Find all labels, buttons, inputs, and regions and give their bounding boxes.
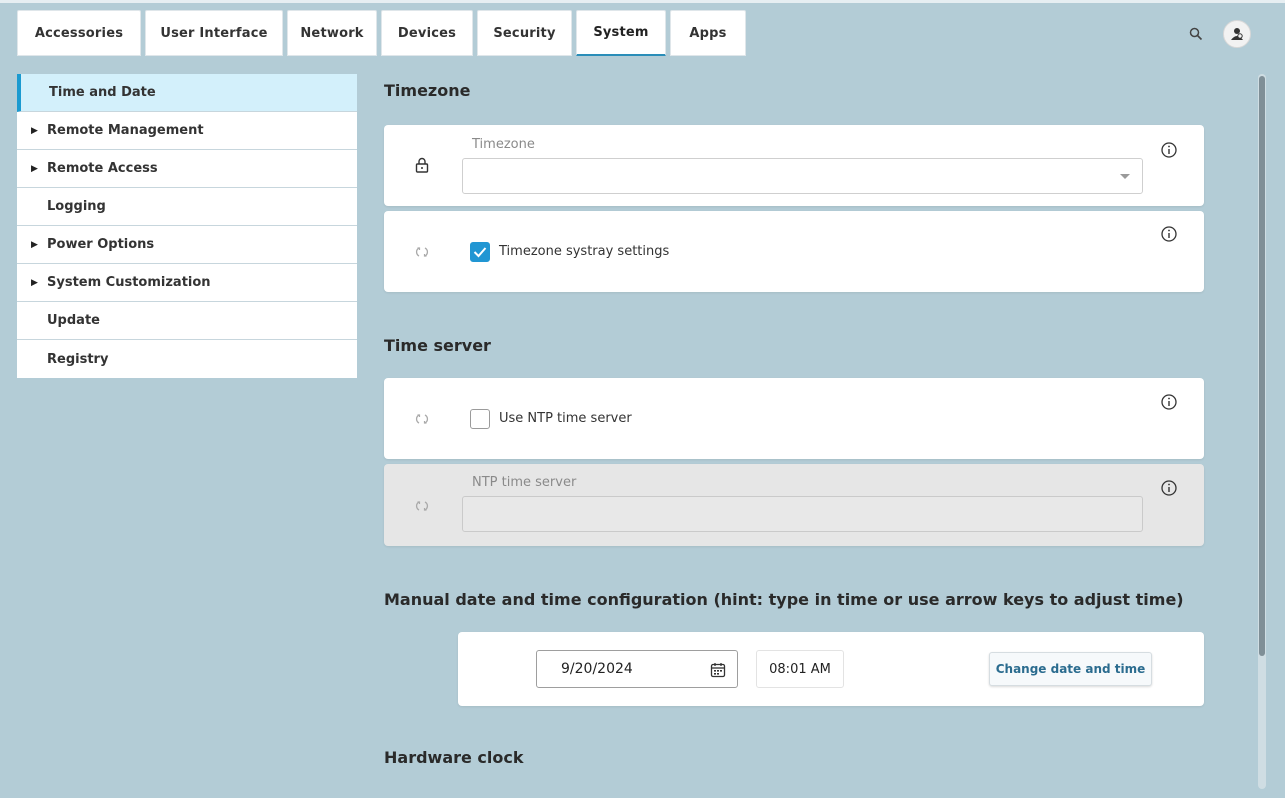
sidebar-item-label: Time and Date bbox=[49, 85, 156, 100]
sidebar-item-label: Update bbox=[47, 313, 100, 328]
time-input[interactable]: 08:01 AM bbox=[756, 650, 844, 688]
timezone-section-title: Timezone bbox=[384, 81, 471, 100]
chevron-down-icon bbox=[1120, 174, 1130, 179]
calendar-icon[interactable] bbox=[709, 661, 727, 679]
ntp-checkbox-card: Use NTP time server bbox=[384, 378, 1204, 459]
tab-user-interface[interactable]: User Interface bbox=[145, 10, 283, 56]
tab-network[interactable]: Network bbox=[287, 10, 377, 56]
scrollbar-thumb[interactable] bbox=[1259, 76, 1265, 656]
sidebar-item-remote-management[interactable]: ▶ Remote Management bbox=[17, 112, 357, 150]
ntp-checkbox[interactable] bbox=[470, 409, 490, 429]
info-icon[interactable] bbox=[1160, 479, 1178, 497]
info-icon[interactable] bbox=[1160, 225, 1178, 243]
sidebar-item-remote-access[interactable]: ▶ Remote Access bbox=[17, 150, 357, 188]
sidebar-item-update[interactable]: Update bbox=[17, 302, 357, 340]
lock-icon bbox=[412, 155, 432, 175]
info-icon[interactable] bbox=[1160, 393, 1178, 411]
caret-right-icon: ▶ bbox=[31, 125, 38, 136]
sidebar-item-label: Remote Management bbox=[47, 123, 204, 138]
sidebar-item-system-customization[interactable]: ▶ System Customization bbox=[17, 264, 357, 302]
sidebar-item-logging[interactable]: Logging bbox=[17, 188, 357, 226]
manual-date-time-card: 9/20/2024 08:01 AM Change date and time bbox=[458, 632, 1204, 706]
timezone-systray-checkbox[interactable] bbox=[470, 242, 490, 262]
sidebar-item-power-options[interactable]: ▶ Power Options bbox=[17, 226, 357, 264]
sidebar-item-label: System Customization bbox=[47, 275, 211, 290]
timezone-systray-card: Timezone systray settings bbox=[384, 211, 1204, 292]
info-icon[interactable] bbox=[1160, 141, 1178, 159]
main-content: Timezone Timezone Timezone systray setti… bbox=[384, 0, 1204, 798]
date-input-value: 9/20/2024 bbox=[561, 661, 633, 677]
ntp-checkbox-label: Use NTP time server bbox=[499, 411, 632, 426]
timezone-card: Timezone bbox=[384, 125, 1204, 206]
sidebar-item-label: Remote Access bbox=[47, 161, 158, 176]
caret-right-icon: ▶ bbox=[31, 277, 38, 288]
date-input[interactable]: 9/20/2024 bbox=[536, 650, 738, 688]
tab-accessories[interactable]: Accessories bbox=[17, 10, 141, 56]
manual-date-time-section-title: Manual date and time configuration (hint… bbox=[384, 590, 1184, 609]
sync-icon bbox=[412, 496, 432, 516]
caret-right-icon: ▶ bbox=[31, 239, 38, 250]
user-icon[interactable] bbox=[1223, 20, 1251, 48]
sync-icon bbox=[412, 409, 432, 429]
ntp-server-input[interactable] bbox=[462, 496, 1143, 532]
sidebar-item-label: Logging bbox=[47, 199, 106, 214]
sidebar-item-label: Power Options bbox=[47, 237, 155, 252]
sidebar: Time and Date ▶ Remote Management ▶ Remo… bbox=[17, 74, 357, 378]
timezone-select[interactable] bbox=[462, 158, 1143, 194]
sync-icon bbox=[412, 242, 432, 262]
time-server-section-title: Time server bbox=[384, 336, 491, 355]
ntp-server-card: NTP time server bbox=[384, 464, 1204, 546]
timezone-field-label: Timezone bbox=[472, 137, 535, 152]
change-date-time-button[interactable]: Change date and time bbox=[989, 652, 1152, 686]
ntp-server-field-label: NTP time server bbox=[472, 475, 577, 490]
caret-right-icon: ▶ bbox=[31, 163, 38, 174]
checkmark-icon bbox=[473, 247, 487, 258]
sidebar-item-registry[interactable]: Registry bbox=[17, 340, 357, 378]
hardware-clock-section-title: Hardware clock bbox=[384, 748, 524, 767]
sidebar-item-time-and-date[interactable]: Time and Date bbox=[17, 74, 357, 112]
sidebar-item-label: Registry bbox=[47, 351, 109, 367]
timezone-systray-label: Timezone systray settings bbox=[499, 244, 670, 259]
